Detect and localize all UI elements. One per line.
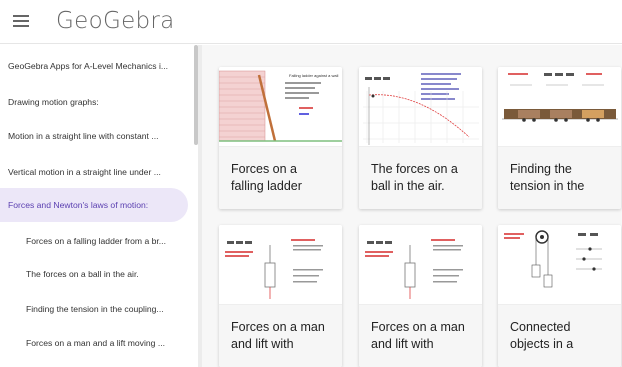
card-title: Forces on a falling ladder (219, 147, 342, 209)
card-title: The forces on a ball in the air. (359, 147, 482, 209)
activity-card-man-lift-2[interactable]: Forces on a man and lift with (359, 225, 482, 367)
thumbnail-connected-objects (498, 225, 621, 305)
activity-grid: Falling ladder against a wall Forces on … (202, 45, 622, 367)
thumbnail-man-lift (219, 225, 342, 305)
thumbnail-ball-in-air (359, 67, 482, 147)
activity-card-tension-coupling[interactable]: Finding the tension in the (498, 67, 621, 209)
thumb-heading: Falling ladder against a wall (289, 73, 338, 78)
card-title: Forces on a man and lift with (359, 305, 482, 367)
card-title: Finding the tension in the (498, 147, 621, 209)
sidebar-subitem-tension-coupling[interactable]: Finding the tension in the coupling... (0, 292, 188, 326)
sidebar-subitem-falling-ladder[interactable]: Forces on a falling ladder from a br... (0, 224, 188, 258)
sidebar-item-forces-newton[interactable]: Forces and Newton's laws of motion: (0, 188, 188, 222)
activity-card-connected-objects[interactable]: Connected objects in a (498, 225, 621, 367)
activity-card-ball-in-air[interactable]: The forces on a ball in the air. (359, 67, 482, 209)
activity-card-man-lift-1[interactable]: Forces on a man and lift with (219, 225, 342, 367)
sidebar-item-constant-acceleration[interactable]: Motion in a straight line with constant … (0, 119, 188, 153)
hamburger-menu-icon[interactable] (13, 15, 29, 27)
top-bar: GeoGebra (0, 0, 622, 44)
sidebar-subitem-man-lift[interactable]: Forces on a man and a lift moving ... (0, 326, 188, 360)
thumbnail-tension-coupling (498, 67, 621, 147)
activity-card-falling-ladder[interactable]: Falling ladder against a wall Forces on … (219, 67, 342, 209)
chapter-sidebar: GeoGebra Apps for A-Level Mechanics i...… (0, 45, 198, 367)
thumbnail-man-lift (359, 225, 482, 305)
geogebra-logo[interactable]: GeoGebra (56, 8, 175, 34)
sidebar-item-vertical-motion[interactable]: Vertical motion in a straight line under… (0, 155, 188, 189)
card-title: Forces on a man and lift with (219, 305, 342, 367)
card-title: Connected objects in a (498, 305, 621, 367)
sidebar-item-intro[interactable]: GeoGebra Apps for A-Level Mechanics i... (0, 49, 188, 83)
sidebar-subitem-ball-in-air[interactable]: The forces on a ball in the air. (0, 257, 188, 291)
sidebar-scrollbar[interactable] (194, 45, 198, 145)
sidebar-item-motion-graphs[interactable]: Drawing motion graphs: (0, 85, 188, 119)
thumbnail-falling-ladder: Falling ladder against a wall (219, 67, 342, 147)
